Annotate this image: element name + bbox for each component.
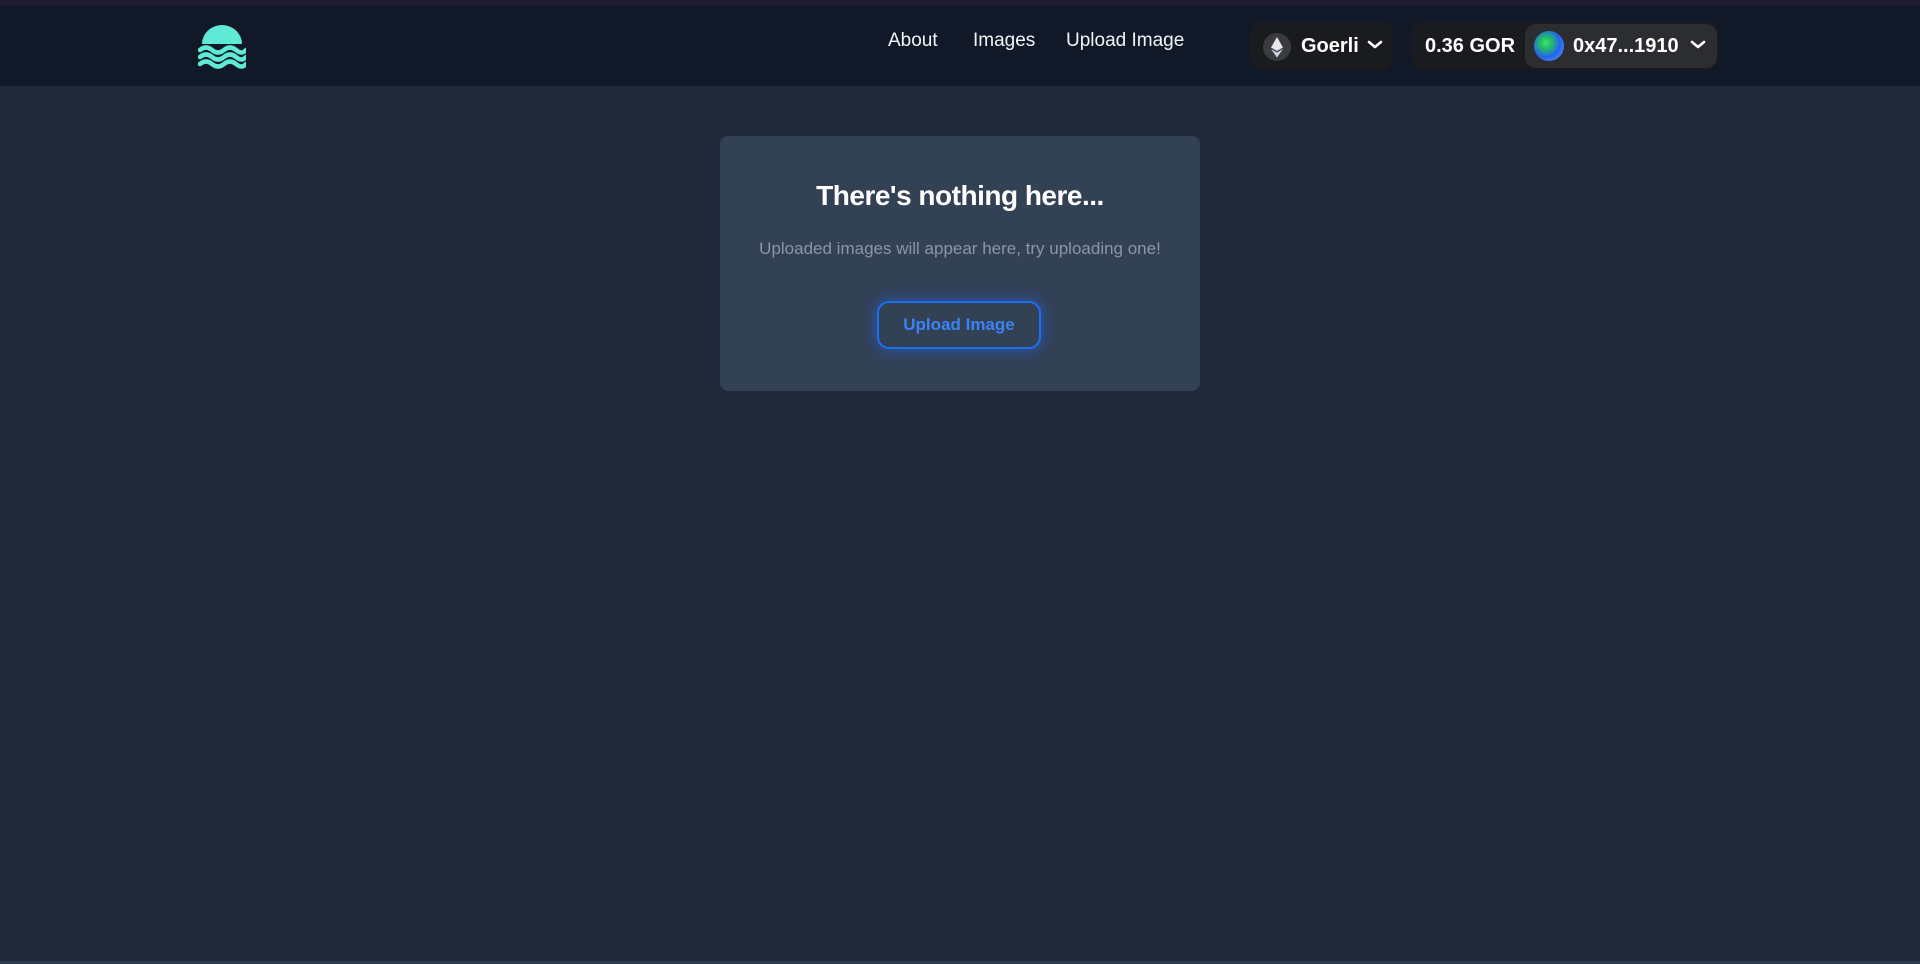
chevron-down-icon bbox=[1366, 36, 1384, 54]
waves-sun-icon[interactable] bbox=[197, 25, 249, 69]
ethereum-icon bbox=[1263, 33, 1291, 61]
nav-link-images[interactable]: Images bbox=[973, 30, 1035, 52]
navbar: About Images Upload Image Goerli 0.36 GO… bbox=[0, 5, 1920, 86]
avatar bbox=[1534, 31, 1564, 61]
empty-state-subtitle: Uploaded images will appear here, try up… bbox=[759, 239, 1161, 258]
network-label: Goerli bbox=[1301, 35, 1359, 57]
wallet-balance: 0.36 GOR bbox=[1425, 35, 1516, 57]
upload-image-button[interactable]: Upload Image bbox=[877, 301, 1041, 349]
chevron-down-icon bbox=[1689, 36, 1707, 54]
nav-link-upload-image[interactable]: Upload Image bbox=[1066, 30, 1184, 52]
network-selector-button[interactable]: Goerli bbox=[1250, 22, 1393, 70]
wallet-address: 0x47...1910 bbox=[1573, 35, 1679, 57]
account-group: 0.36 GOR 0x47...1910 bbox=[1411, 22, 1719, 70]
empty-state-title: There's nothing here... bbox=[816, 180, 1104, 211]
empty-state-card: There's nothing here... Uploaded images … bbox=[720, 136, 1200, 391]
account-button[interactable]: 0x47...1910 bbox=[1525, 24, 1717, 68]
nav-link-about[interactable]: About bbox=[888, 30, 938, 52]
